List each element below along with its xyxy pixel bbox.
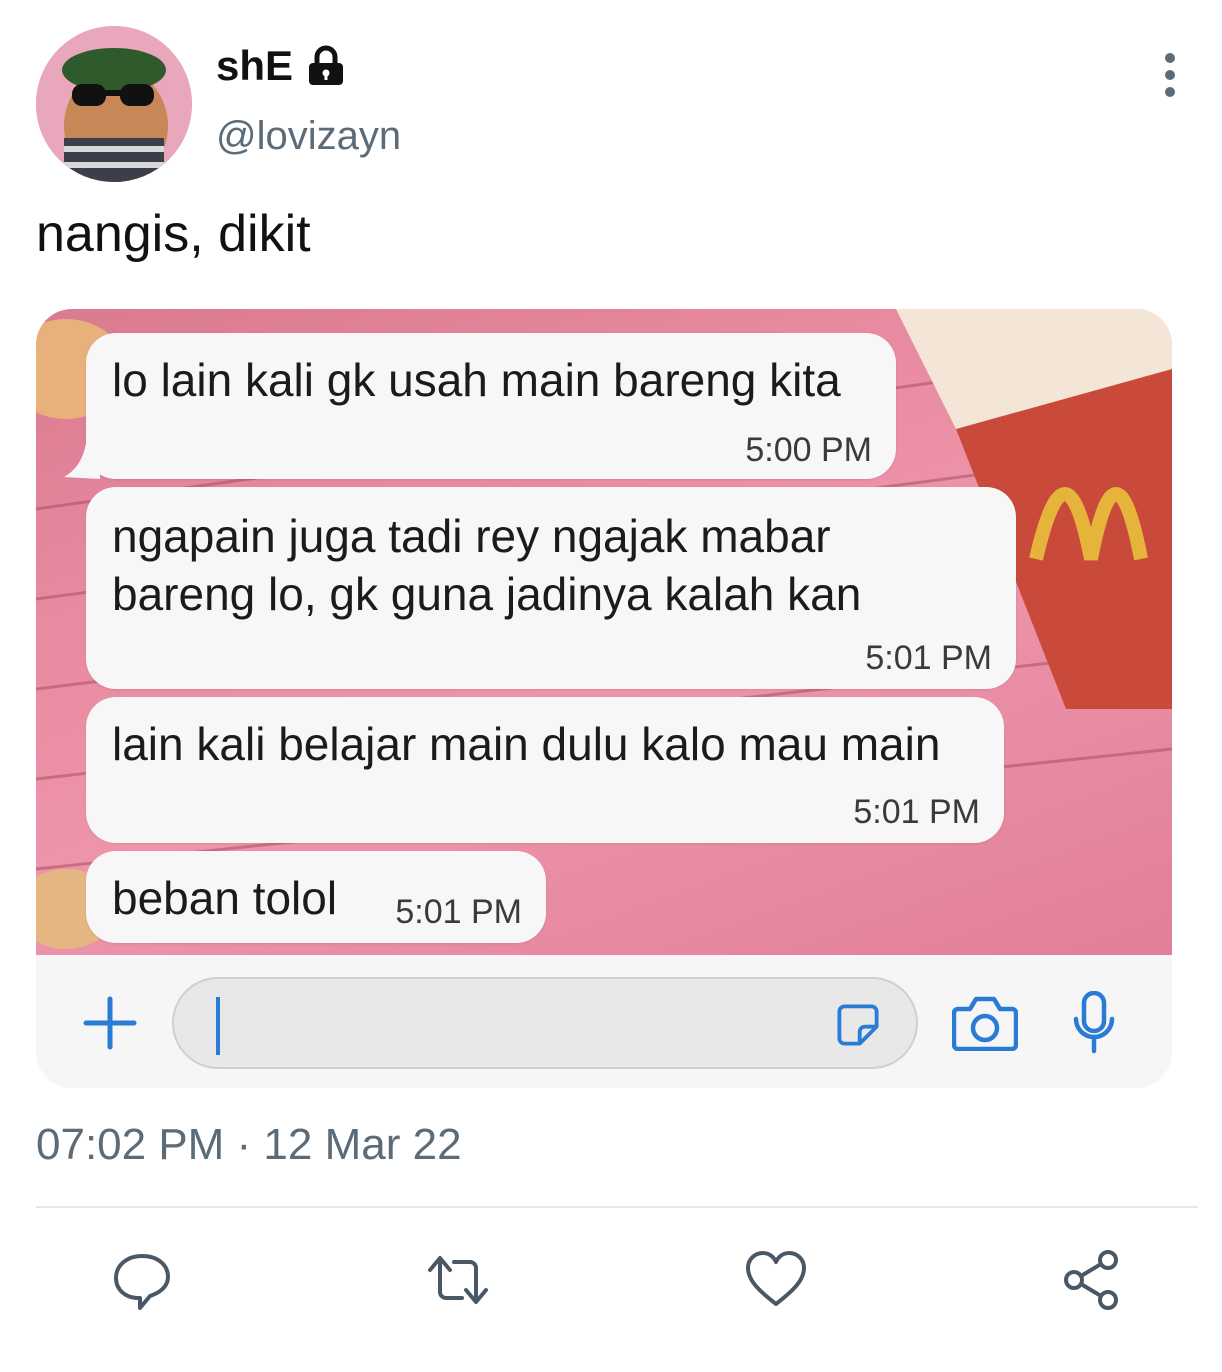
- text-caret: [216, 997, 220, 1055]
- plus-icon[interactable]: [82, 995, 138, 1051]
- avatar-image: [36, 26, 192, 182]
- message-time: 5:01 PM: [853, 793, 980, 831]
- divider: [36, 1206, 1198, 1208]
- message-time: 5:01 PM: [395, 893, 522, 931]
- tweet-text: nangis, dikit: [36, 205, 311, 263]
- chat-bubble-2[interactable]: ngapain juga tadi rey ngajak mabar baren…: [86, 487, 1016, 689]
- avatar[interactable]: [36, 26, 192, 182]
- message-text: lain kali belajar main dulu kalo mau mai…: [112, 718, 941, 770]
- message-text: beban tolol: [112, 872, 338, 924]
- sticker-icon[interactable]: [832, 1003, 884, 1047]
- reply-icon[interactable]: [110, 1248, 174, 1312]
- author-name-row: shE: [216, 42, 349, 90]
- author-name[interactable]: shE: [216, 42, 293, 90]
- microphone-icon[interactable]: [1072, 991, 1116, 1055]
- retweet-icon[interactable]: [426, 1248, 490, 1312]
- author-handle[interactable]: @lovizayn: [216, 114, 401, 159]
- more-vertical-icon[interactable]: [1150, 52, 1190, 98]
- message-time: 5:01 PM: [865, 639, 992, 677]
- camera-icon[interactable]: [952, 995, 1018, 1051]
- chat-bubble-1[interactable]: lo lain kali gk usah main bareng kita 5:…: [64, 333, 896, 479]
- message-input[interactable]: [172, 977, 918, 1069]
- message-text: lo lain kali gk usah main bareng kita: [112, 354, 841, 406]
- chat-bubble-3[interactable]: lain kali belajar main dulu kalo mau mai…: [86, 697, 1004, 843]
- heart-icon[interactable]: [744, 1248, 808, 1312]
- tweet-timestamp[interactable]: 07:02 PM · 12 Mar 22: [36, 1120, 462, 1170]
- message-time: 5:00 PM: [745, 431, 872, 469]
- message-text: ngapain juga tadi rey ngajak mabar baren…: [112, 510, 862, 620]
- lock-icon: [309, 45, 344, 85]
- chat-input-bar: [36, 955, 1172, 1088]
- tweet-media[interactable]: lo lain kali gk usah main bareng kita 5:…: [36, 309, 1172, 1088]
- share-icon[interactable]: [1060, 1248, 1124, 1312]
- chat-bubble-4[interactable]: beban tolol 5:01 PM: [86, 851, 546, 943]
- bubble-tail: [64, 443, 100, 479]
